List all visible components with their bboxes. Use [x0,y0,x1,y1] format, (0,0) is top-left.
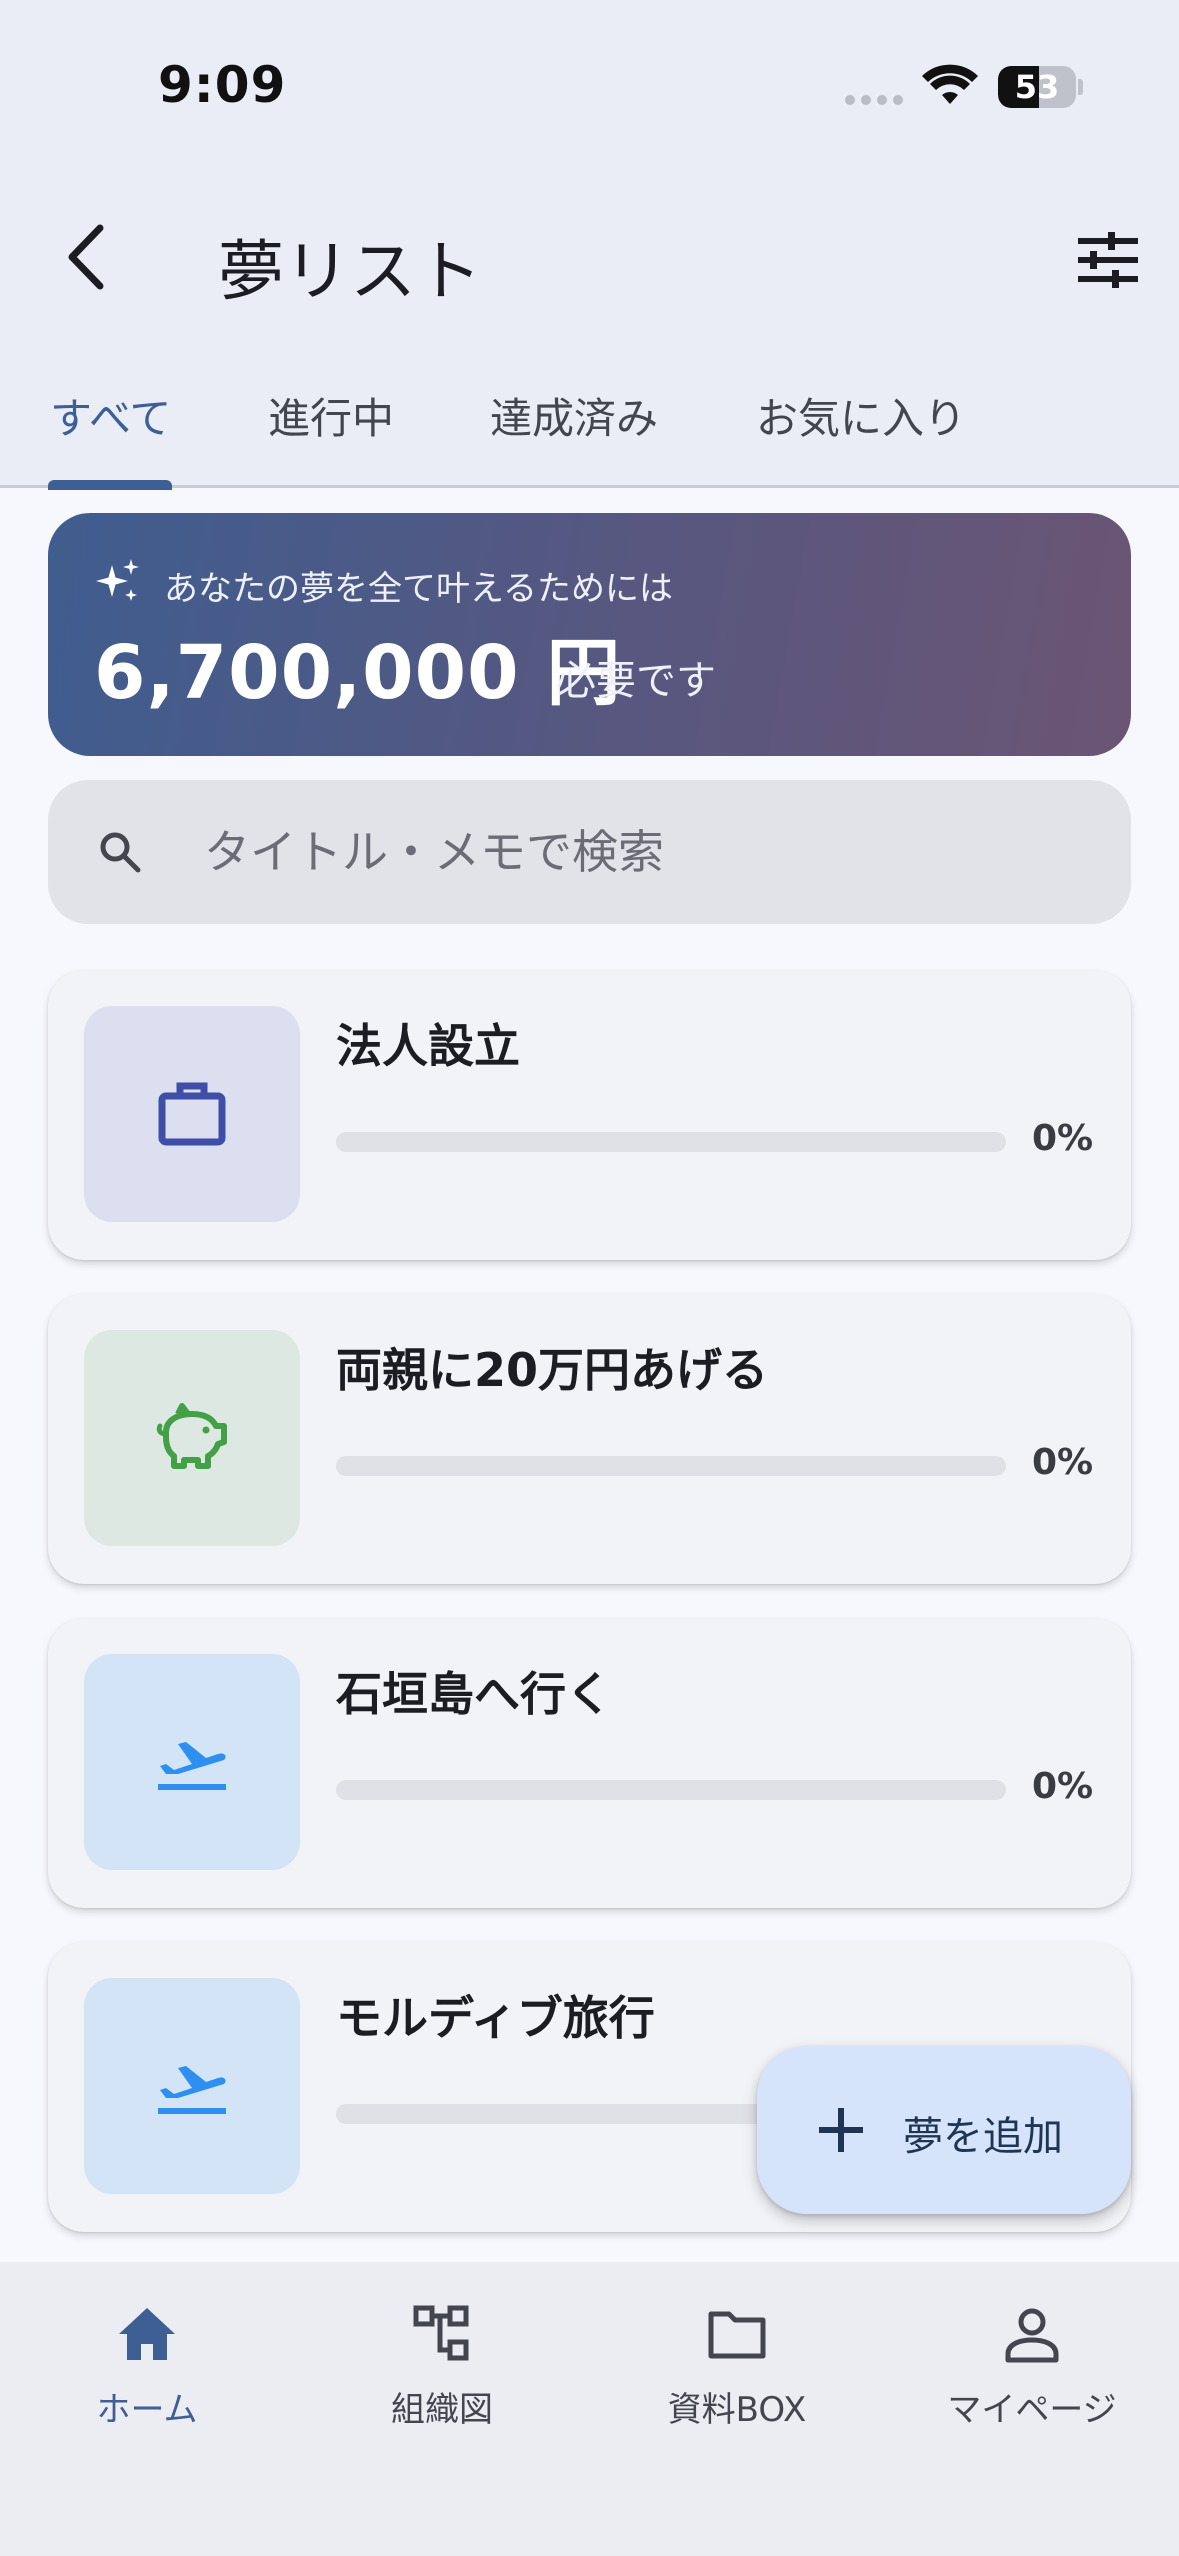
dream-title: 石垣島へ行く [336,1667,612,1721]
total-cost-banner: あなたの夢を全て叶えるためには 6,700,000 円 必要です [48,513,1131,756]
airplane-takeoff-icon [158,2066,226,2114]
add-dream-label: 夢を追加 [903,2114,1063,2160]
tab-indicator [48,480,172,490]
dream-title: モルディブ旅行 [336,1991,655,2045]
search-bar[interactable] [48,780,1131,924]
home-icon [119,2308,175,2360]
tune-icon [1078,232,1138,288]
nav-home[interactable]: ホーム [27,2302,267,2442]
dream-icon-box [84,1006,300,1222]
nav-mypage[interactable]: マイページ [912,2302,1152,2442]
dream-card[interactable]: 法人設立 0% [48,970,1131,1260]
tab-in-progress[interactable]: 進行中 [268,385,394,446]
progress-bar [336,1456,1006,1476]
wifi-icon [922,64,978,104]
progress-bar [336,1780,1006,1800]
tab-favorites[interactable]: お気に入り [756,385,966,446]
dream-icon-box [84,1654,300,1870]
nav-mypage-label: マイページ [947,2390,1117,2430]
filter-button[interactable] [1070,222,1146,298]
search-input[interactable] [204,810,1084,894]
dream-icon-box [84,1978,300,2194]
total-amount: 6,700,000 円 [94,630,622,716]
add-dream-button[interactable]: 夢を追加 [757,2046,1131,2214]
nav-org-chart[interactable]: 組織図 [322,2302,562,2442]
dream-icon-box [84,1330,300,1546]
status-time: 9:09 [158,56,287,114]
dream-card[interactable]: 石垣島へ行く 0% [48,1618,1131,1908]
battery-tip [1078,79,1083,95]
nav-home-label: ホーム [96,2390,198,2430]
chevron-left-icon [68,224,104,290]
tab-achieved[interactable]: 達成済み [490,385,658,446]
nav-org-chart-label: 組織図 [391,2390,493,2430]
banner-caption: あなたの夢を全て叶えるためには [164,569,673,609]
progress-percent: 0% [1032,1118,1094,1159]
dream-card[interactable]: 両親に20万円あげる 0% [48,1294,1131,1584]
tab-bar: すべて 進行中 達成済み お気に入り [0,375,1179,490]
tab-all[interactable]: すべて [50,385,171,446]
cellular-signal-icon [845,95,903,105]
nav-documents[interactable]: 資料BOX [617,2302,857,2442]
person-icon [1005,2308,1059,2363]
briefcase-icon [158,1082,226,1146]
progress-percent: 0% [1032,1766,1094,1807]
banner-suffix: 必要です [556,658,716,704]
piggy-bank-icon [156,1403,227,1469]
dream-title: 両親に20万円あげる [336,1343,769,1397]
sparkle-icon [96,559,139,601]
back-button[interactable] [52,222,122,292]
battery-level: 53 [1014,68,1060,106]
airplane-takeoff-icon [158,1742,226,1790]
page-title: 夢リスト [218,233,482,310]
plus-icon [819,2108,863,2152]
nav-documents-label: 資料BOX [667,2390,807,2430]
battery-icon: 53 [998,66,1076,108]
progress-percent: 0% [1032,1442,1094,1483]
progress-bar [336,1132,1006,1152]
top-app-area: 9:09 53 夢リスト すべて 進行中 達成済み お気に入り [0,0,1179,490]
bottom-navigation: ホーム 組織図 資料BOX マイページ [0,2262,1179,2556]
search-icon [100,832,141,873]
folder-icon [708,2311,766,2359]
org-chart-icon [413,2305,469,2361]
dream-title: 法人設立 [336,1019,520,1073]
